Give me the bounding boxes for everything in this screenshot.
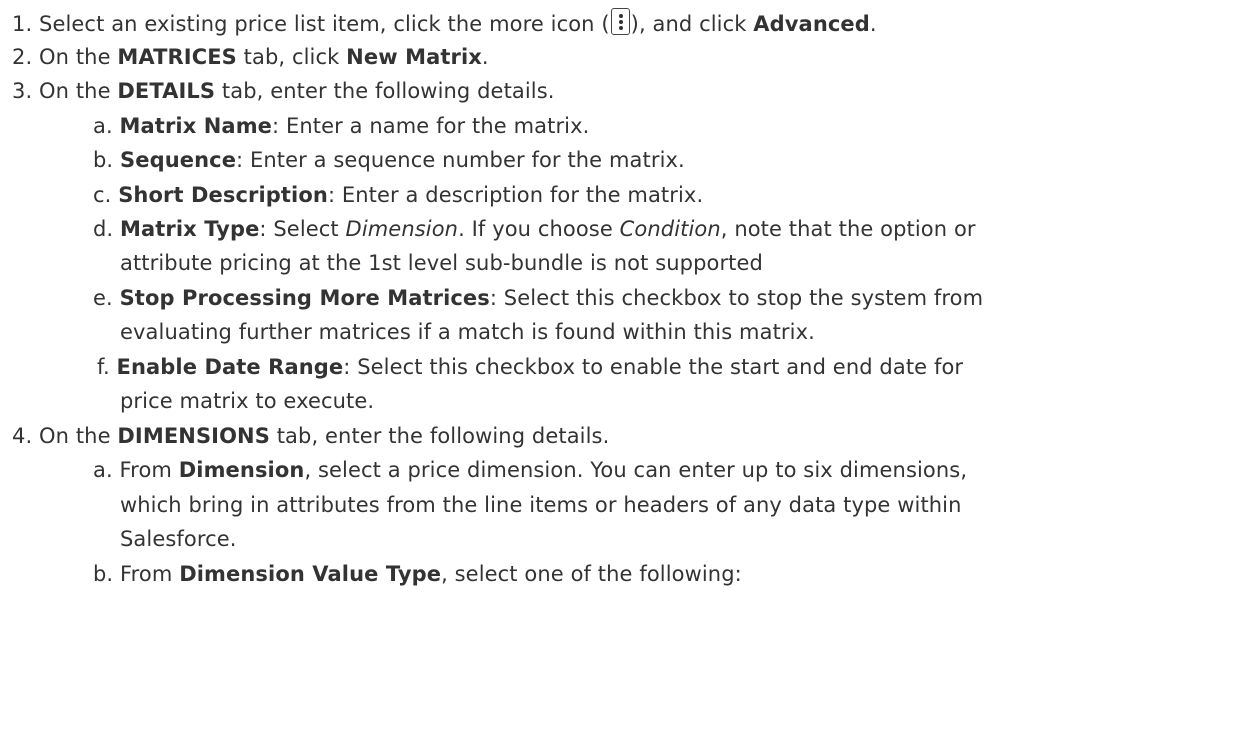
step-text: On the (39, 45, 118, 69)
item-text: . If you choose (458, 217, 620, 241)
field-term: Dimension (178, 458, 305, 482)
item-text: : Enter a description for the matrix. (327, 183, 704, 207)
ui-term-advanced: Advanced (753, 12, 870, 36)
item-text: : Select (259, 217, 346, 241)
dimension-item-b: b. From Dimension Value Type, select one… (93, 559, 742, 589)
detail-item-b: b. Sequence: Enter a sequence number for… (93, 145, 685, 175)
detail-item-d-continued: attribute pricing at the 1st level sub-b… (120, 248, 763, 278)
field-term: Dimension Value Type (179, 562, 442, 586)
detail-item-a: a. Matrix Name: Enter a name for the mat… (93, 111, 589, 141)
step-text: tab, enter the following details. (215, 79, 555, 103)
item-letter: a. (93, 458, 113, 482)
dimension-item-a-continued-2: Salesforce. (120, 524, 237, 554)
item-letter: a. (93, 114, 113, 138)
ui-term-new-matrix: New Matrix (346, 45, 482, 69)
dimension-item-a: a. From Dimension, select a price dimens… (93, 455, 967, 485)
ui-term-details: DETAILS (117, 79, 216, 103)
item-letter: c. (93, 183, 112, 207)
detail-item-f: f. Enable Date Range: Select this checkb… (97, 352, 963, 382)
step-text: . (869, 12, 877, 36)
instructions-document: 1. Select an existing price list item, c… (0, 0, 1247, 756)
step-text: ), and click (630, 12, 754, 36)
item-text: From (120, 562, 180, 586)
more-vertical-icon (610, 8, 630, 35)
item-text: : Select this checkbox to enable the sta… (343, 355, 964, 379)
item-text: which bring in attributes from the line … (120, 493, 962, 517)
detail-item-c: c. Short Description: Enter a descriptio… (93, 180, 703, 210)
step-text: Select an existing price list item, clic… (39, 12, 610, 36)
detail-item-e: e. Stop Processing More Matrices: Select… (93, 283, 983, 313)
ui-term-dimensions: DIMENSIONS (117, 424, 270, 448)
step-number: 1. (12, 12, 33, 36)
item-letter: f. (97, 355, 110, 379)
step-text: On the (39, 79, 118, 103)
item-text: : Enter a name for the matrix. (272, 114, 590, 138)
dimension-item-a-continued: which bring in attributes from the line … (120, 490, 962, 520)
field-term: Enable Date Range (116, 355, 344, 379)
step-3: 3. On the DETAILS tab, enter the followi… (12, 76, 555, 106)
field-term: Matrix Type (120, 217, 260, 241)
field-term: Sequence (120, 148, 237, 172)
step-number: 3. (12, 79, 33, 103)
option-condition: Condition (619, 217, 721, 241)
item-letter: e. (93, 286, 113, 310)
option-dimension: Dimension (345, 217, 459, 241)
step-text: tab, enter the following details. (269, 424, 610, 448)
item-letter: b. (93, 148, 114, 172)
field-term: Stop Processing More Matrices (119, 286, 490, 310)
field-term: Short Description (118, 183, 328, 207)
step-text: tab, click (236, 45, 347, 69)
field-term: Matrix Name (119, 114, 273, 138)
item-text: : Enter a sequence number for the matrix… (236, 148, 685, 172)
step-4: 4. On the DIMENSIONS tab, enter the foll… (12, 421, 609, 451)
step-text: . (481, 45, 489, 69)
ui-term-matrices: MATRICES (117, 45, 237, 69)
item-letter: d. (93, 217, 114, 241)
item-text: evaluating further matrices if a match i… (120, 320, 815, 344)
step-number: 4. (12, 424, 33, 448)
item-text: , select a price dimension. You can ente… (304, 458, 968, 482)
step-2: 2. On the MATRICES tab, click New Matrix… (12, 42, 489, 72)
detail-item-f-continued: price matrix to execute. (120, 386, 374, 416)
item-letter: b. (93, 562, 114, 586)
item-text: : Select this checkbox to stop the syste… (489, 286, 984, 310)
detail-item-d: d. Matrix Type: Select Dimension. If you… (93, 214, 976, 244)
step-text: On the (39, 424, 118, 448)
item-text: From (119, 458, 179, 482)
item-text: price matrix to execute. (120, 389, 375, 413)
item-text: , note that the option or (720, 217, 976, 241)
item-text: attribute pricing at the 1st level sub-b… (120, 251, 763, 275)
item-text: Salesforce. (120, 527, 237, 551)
item-text: , select one of the following: (441, 562, 742, 586)
detail-item-e-continued: evaluating further matrices if a match i… (120, 317, 815, 347)
step-number: 2. (12, 45, 33, 69)
step-1: 1. Select an existing price list item, c… (12, 8, 877, 39)
